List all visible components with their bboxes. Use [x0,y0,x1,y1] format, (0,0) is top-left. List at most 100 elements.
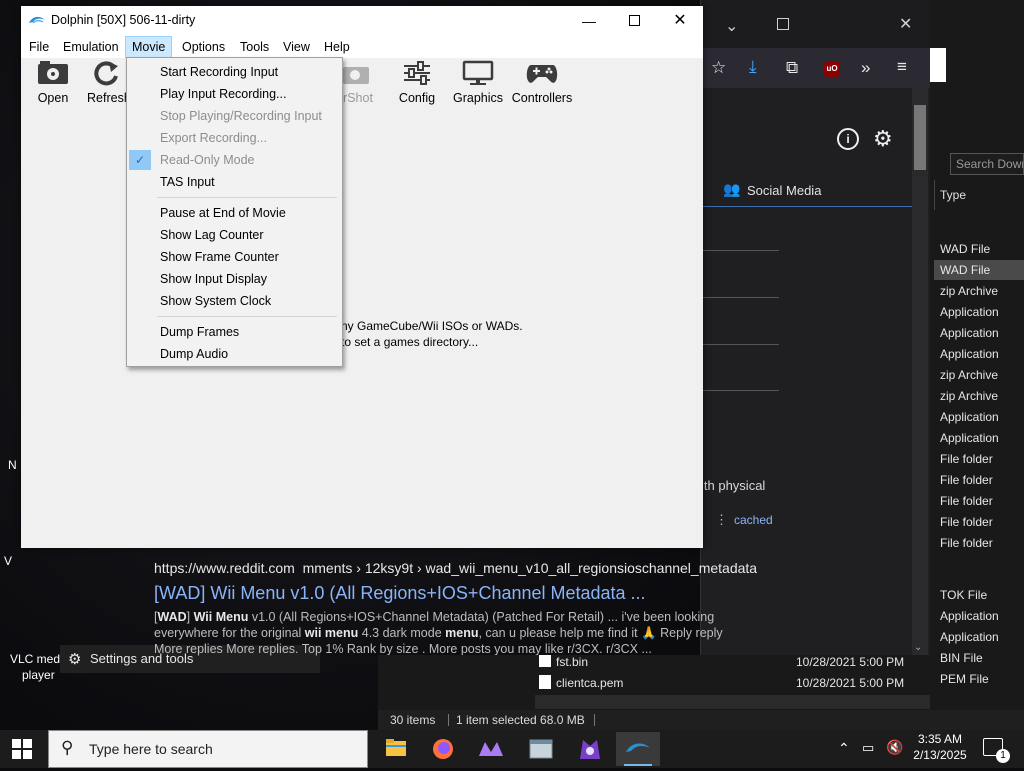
taskbar-app-4[interactable] [519,732,563,766]
screenshot-button[interactable]: rShot [341,60,375,118]
address-field[interactable] [930,48,946,82]
refresh-button[interactable]: Refresh [87,60,127,118]
type-column-header[interactable]: Type [940,188,966,202]
more-options-icon[interactable]: ⋮ [715,512,728,528]
volume-muted-icon[interactable]: 🔇 [886,739,903,756]
close-button[interactable]: ✕ [657,6,703,36]
type-cell[interactable]: Application [934,407,1024,427]
movie-menu-item[interactable]: TAS Input [127,171,342,193]
search-icon: ⚲ [61,738,74,757]
graphics-button[interactable]: Graphics [450,60,506,118]
type-cell[interactable]: Application [934,428,1024,448]
search-input[interactable]: Search Down [950,153,1024,175]
type-cell[interactable]: Application [940,630,999,644]
divider [701,206,913,207]
taskbar-app-3[interactable] [469,732,513,766]
taskbar-search[interactable]: ⚲ Type here to search [48,730,368,768]
menu-view[interactable]: View [277,36,316,58]
item-count: 30 items [390,713,436,727]
type-cell[interactable]: File folder [934,491,1024,511]
type-cell[interactable]: WAD File [934,260,1024,280]
movie-menu-item[interactable]: Show Lag Counter [127,224,342,246]
type-cell[interactable]: File folder [934,449,1024,469]
movie-menu-item[interactable]: Show Frame Counter [127,246,342,268]
window-title: Dolphin [50X] 506-11-dirty [51,13,196,27]
taskbar-app-5[interactable] [568,732,612,766]
type-cell[interactable]: zip Archive [934,386,1024,406]
type-cell[interactable]: zip Archive [934,365,1024,385]
gamepad-icon [526,65,558,83]
file-name[interactable]: clientca.pem [556,676,623,690]
network-icon[interactable]: ▭ [862,740,874,756]
result-url[interactable]: https://www.reddit.com mments › 12ksy9t … [154,560,774,576]
type-cell[interactable]: File folder [934,470,1024,490]
extensions-icon[interactable]: ⧉ [786,58,798,78]
taskbar-firefox[interactable] [421,732,465,766]
type-cell[interactable]: File folder [934,512,1024,532]
movie-menu-item[interactable]: Dump Frames [127,321,342,343]
maximize-icon[interactable] [777,18,789,30]
type-cell[interactable]: PEM File [940,672,989,686]
type-cell[interactable]: Application [934,323,1024,343]
scroll-down-icon[interactable]: ⌄ [914,642,922,653]
info-icon[interactable]: i [837,128,859,150]
type-cell[interactable]: TOK File [940,588,987,602]
menu-file[interactable]: File [23,36,55,58]
gear-icon[interactable]: ⚙ [873,126,893,152]
taskbar-file-explorer[interactable] [374,732,418,766]
bookmark-star-icon[interactable]: ☆ [711,58,726,78]
checkmark-icon: ✓ [129,150,151,170]
type-cell[interactable]: zip Archive [934,281,1024,301]
file-date: 10/28/2021 5:00 PM [796,676,905,690]
vlc-label: VLC medi [10,652,63,666]
cached-link[interactable]: cached [734,513,773,527]
menu-movie[interactable]: Movie [125,36,173,58]
browser-scrollbar[interactable] [912,88,928,658]
type-cell[interactable]: File folder [934,533,1024,553]
taskbar-dolphin[interactable] [616,732,660,766]
movie-menu-item[interactable]: Dump Audio [127,343,342,365]
file-name[interactable]: fst.bin [556,655,588,669]
horizontal-scrollbar[interactable] [535,695,930,709]
movie-menu-item[interactable]: Start Recording Input [127,61,342,83]
movie-menu-item[interactable]: Show System Clock [127,290,342,312]
close-icon[interactable]: ✕ [899,14,912,34]
chevron-down-icon[interactable]: ⌄ [725,16,738,36]
windows-logo-icon [12,739,32,759]
sliders-icon [404,61,430,85]
controllers-button[interactable]: Controllers [511,60,573,118]
dolphin-window: Dolphin [50X] 506-11-dirty — ✕ File Emul… [21,6,703,548]
browser-scroll-thumb[interactable] [914,105,926,170]
firefox-icon [433,739,453,759]
download-icon[interactable]: ⤓ [749,57,757,77]
type-cell[interactable]: Application [934,344,1024,364]
ublock-icon[interactable]: uO [824,61,840,77]
movie-menu-item[interactable]: Show Input Display [127,268,342,290]
config-button[interactable]: Config [395,60,439,118]
movie-menu-item[interactable]: Play Input Recording... [127,83,342,105]
clock[interactable]: 3:35 AM 2/13/2025 [908,732,972,762]
titlebar: Dolphin [50X] 506-11-dirty — ✕ [21,6,703,36]
type-cell[interactable]: Application [934,302,1024,322]
type-cell[interactable]: BIN File [940,651,983,665]
start-button[interactable] [12,739,32,764]
open-button[interactable]: Open [31,60,75,118]
social-media-tab[interactable]: Social Media [747,183,821,198]
type-cell[interactable]: WAD File [934,239,1024,259]
menu-options[interactable]: Options [176,36,231,58]
tray-chevron-icon[interactable]: ⌃ [838,740,850,757]
menu-help[interactable]: Help [318,36,356,58]
empty-list-message: ny GameCube/Wii ISOs or WADs. [341,319,523,333]
movie-menu-item[interactable]: Pause at End of Movie [127,202,342,224]
type-cell[interactable]: Application [940,609,999,623]
menu-emulation[interactable]: Emulation [57,36,125,58]
menu-tools[interactable]: Tools [234,36,275,58]
game-list-area[interactable] [21,118,703,548]
overflow-icon[interactable]: » [861,58,870,78]
menu-icon[interactable]: ≡ [897,57,907,77]
minimize-button[interactable]: — [566,6,612,36]
open-label: Open [37,91,69,105]
explorer-status-bar: 30 items 1 item selected 68.0 MB [378,710,1024,730]
maximize-button[interactable] [611,6,657,36]
result-title[interactable]: [WAD] Wii Menu v1.0 (All Regions+IOS+Cha… [154,583,774,604]
